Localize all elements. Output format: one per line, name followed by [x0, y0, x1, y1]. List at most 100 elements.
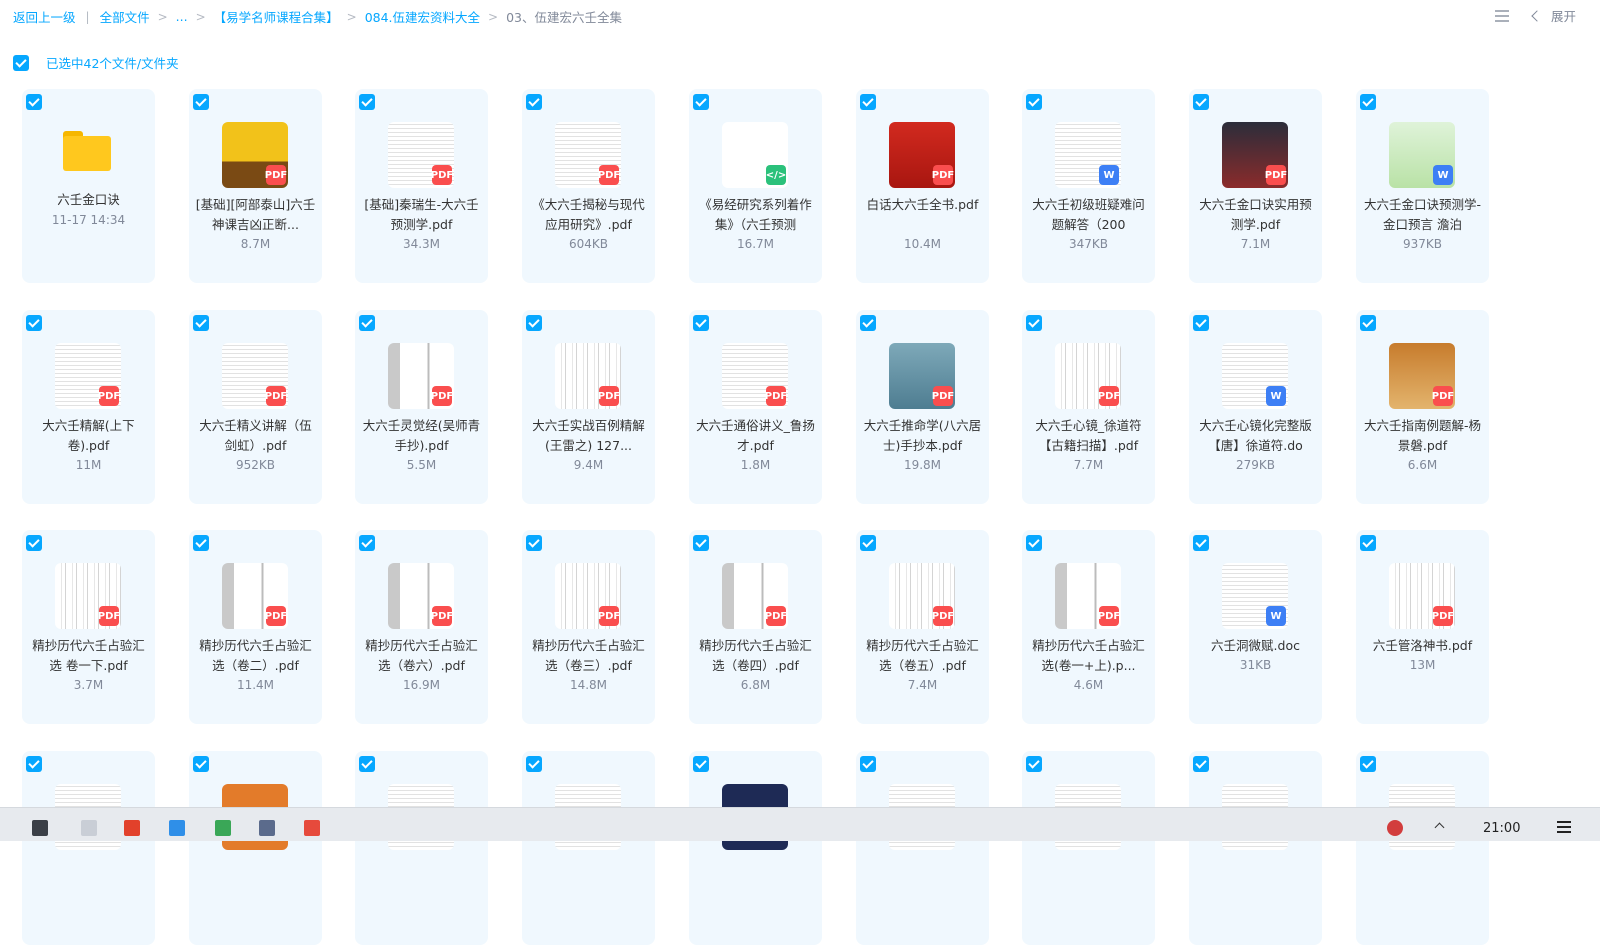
folder-card[interactable]: 六壬金口诀 11-17 14:34 — [22, 89, 155, 283]
file-checkbox[interactable] — [26, 315, 42, 331]
file-checkbox[interactable] — [693, 535, 709, 551]
file-card[interactable]: PDF 《大六壬揭秘与现代应用研究》.pdf 604KB — [522, 89, 655, 283]
file-card[interactable]: W 六壬洞微赋.doc 31KB — [1189, 530, 1322, 724]
file-card[interactable] — [1356, 751, 1489, 945]
file-card[interactable] — [189, 751, 322, 945]
file-size: 4.6M — [1073, 678, 1104, 692]
file-checkbox[interactable] — [693, 94, 709, 110]
file-card[interactable]: PDF 精抄历代六壬占验汇选（卷五）.pdf 7.4M — [856, 530, 989, 724]
file-card[interactable] — [689, 751, 822, 945]
file-checkbox[interactable] — [359, 94, 375, 110]
file-card[interactable]: PDF 精抄历代六壬占验汇选(卷一+上).p... 4.6M — [1022, 530, 1155, 724]
file-checkbox[interactable] — [1026, 94, 1042, 110]
file-checkbox[interactable] — [26, 535, 42, 551]
file-checkbox[interactable] — [359, 535, 375, 551]
file-checkbox[interactable] — [193, 756, 209, 772]
file-checkbox[interactable] — [193, 535, 209, 551]
file-card[interactable]: PDF 大六壬指南例题解-杨景磐.pdf 6.6M — [1356, 310, 1489, 504]
file-checkbox[interactable] — [693, 315, 709, 331]
file-checkbox[interactable] — [1360, 535, 1376, 551]
breadcrumb-all-files[interactable]: 全部文件 — [100, 7, 150, 26]
file-checkbox[interactable] — [1360, 315, 1376, 331]
file-name: 精抄历代六壬占验汇选（卷二）.pdf — [199, 638, 312, 673]
file-checkbox[interactable] — [526, 756, 542, 772]
file-card[interactable]: W 大六壬心镜化完整版【唐】徐道符.do 279KB — [1189, 310, 1322, 504]
notepad-icon[interactable] — [81, 820, 97, 836]
file-card[interactable]: PDF 大六壬通俗讲义_鲁扬才.pdf 1.8M — [689, 310, 822, 504]
file-checkbox[interactable] — [526, 315, 542, 331]
file-checkbox[interactable] — [1360, 94, 1376, 110]
file-checkbox[interactable] — [1026, 535, 1042, 551]
expand-button[interactable]: 展开 — [1551, 6, 1576, 25]
back-link[interactable]: 返回上一级 — [13, 7, 76, 26]
chevron-left-icon[interactable] — [1531, 9, 1543, 22]
file-size: 13M — [1409, 658, 1436, 672]
file-checkbox[interactable] — [26, 94, 42, 110]
breadcrumb-level1[interactable]: 【易学名师课程合集】 — [214, 7, 339, 26]
file-checkbox[interactable] — [860, 756, 876, 772]
file-checkbox[interactable] — [1193, 535, 1209, 551]
file-card[interactable]: PDF 大六壬金口诀实用预测学.pdf 7.1M — [1189, 89, 1322, 283]
doc-icon: W — [1099, 165, 1119, 185]
file-checkbox[interactable] — [693, 756, 709, 772]
menu-icon[interactable] — [1557, 821, 1571, 833]
breadcrumb-level2[interactable]: 084.伍建宏资料大全 — [365, 7, 480, 26]
file-card[interactable]: PDF 大六壬心镜_徐道符【古籍扫描】.pdf 7.7M — [1022, 310, 1155, 504]
app-red-icon[interactable] — [124, 820, 140, 836]
file-checkbox[interactable] — [860, 94, 876, 110]
file-checkbox[interactable] — [1193, 94, 1209, 110]
file-checkbox[interactable] — [526, 535, 542, 551]
file-card[interactable]: PDF 大六壬实战百例精解(王雷之) 127... 9.4M — [522, 310, 655, 504]
file-card[interactable]: PDF 六壬管洛神书.pdf 13M — [1356, 530, 1489, 724]
file-card[interactable] — [1022, 751, 1155, 945]
file-checkbox[interactable] — [1360, 756, 1376, 772]
file-checkbox[interactable] — [1193, 756, 1209, 772]
file-checkbox[interactable] — [359, 756, 375, 772]
file-card[interactable]: W 大六壬金口诀预测学-金口预言 澹泊 937KB — [1356, 89, 1489, 283]
file-card[interactable]: PDF 大六壬推命学(八六居士)手抄本.pdf 19.8M — [856, 310, 989, 504]
list-view-icon[interactable] — [1494, 9, 1509, 22]
pdf-icon: PDF — [932, 165, 954, 185]
file-card[interactable]: PDF 大六壬精解(上下卷).pdf 11M — [22, 310, 155, 504]
browser-icon[interactable] — [215, 820, 231, 836]
tray-expand-icon[interactable] — [1434, 822, 1445, 833]
file-card[interactable]: PDF 大六壬精义讲解（伍剑虹）.pdf 952KB — [189, 310, 322, 504]
file-card[interactable] — [22, 751, 155, 945]
file-card[interactable] — [856, 751, 989, 945]
file-checkbox[interactable] — [526, 94, 542, 110]
file-checkbox[interactable] — [860, 315, 876, 331]
pdf-icon: PDF — [98, 386, 120, 406]
file-card[interactable]: PDF [基础][阿部泰山]六壬神课吉凶正断... 8.7M — [189, 89, 322, 283]
select-all-checkbox[interactable] — [13, 54, 29, 71]
file-name: 白话大六壬全书.pdf — [866, 197, 979, 212]
file-card[interactable]: W 大六壬初级班疑难问题解答（200 347KB — [1022, 89, 1155, 283]
file-card[interactable]: PDF 精抄历代六壬占验汇选（卷六）.pdf 16.9M — [355, 530, 488, 724]
file-card[interactable]: PDF 精抄历代六壬占验汇选 卷一下.pdf 3.7M — [22, 530, 155, 724]
terminal-icon[interactable] — [32, 820, 48, 836]
file-checkbox[interactable] — [193, 94, 209, 110]
window-icon[interactable] — [259, 820, 275, 836]
file-card[interactable]: PDF 精抄历代六壬占验汇选（卷三）.pdf 14.8M — [522, 530, 655, 724]
file-card[interactable]: PDF 大六壬灵觉经(吴师青手抄).pdf 5.5M — [355, 310, 488, 504]
file-card[interactable]: </> 《易经研究系列着作集》（六壬预测 16.7M — [689, 89, 822, 283]
file-card[interactable]: PDF 精抄历代六壬占验汇选（卷二）.pdf 11.4M — [189, 530, 322, 724]
file-card[interactable] — [355, 751, 488, 945]
file-checkbox[interactable] — [193, 315, 209, 331]
file-checkbox[interactable] — [1193, 315, 1209, 331]
files-icon[interactable] — [169, 820, 185, 836]
file-card[interactable]: PDF [基础]秦瑞生-大六壬预测学.pdf 34.3M — [355, 89, 488, 283]
file-size: 7.1M — [1240, 237, 1271, 251]
file-card[interactable]: PDF 精抄历代六壬占验汇选（卷四）.pdf 6.8M — [689, 530, 822, 724]
file-checkbox[interactable] — [1026, 756, 1042, 772]
breadcrumb-ellipsis[interactable]: ... — [176, 9, 188, 24]
tray-app-icon[interactable] — [1387, 820, 1403, 836]
file-checkbox[interactable] — [1026, 315, 1042, 331]
file-card[interactable]: PDF 白话大六壬全书.pdf 10.4M — [856, 89, 989, 283]
file-size: 5.5M — [406, 458, 437, 472]
file-checkbox[interactable] — [359, 315, 375, 331]
file-card[interactable] — [522, 751, 655, 945]
wps-icon[interactable] — [304, 820, 320, 836]
file-checkbox[interactable] — [860, 535, 876, 551]
file-card[interactable] — [1189, 751, 1322, 945]
file-checkbox[interactable] — [26, 756, 42, 772]
